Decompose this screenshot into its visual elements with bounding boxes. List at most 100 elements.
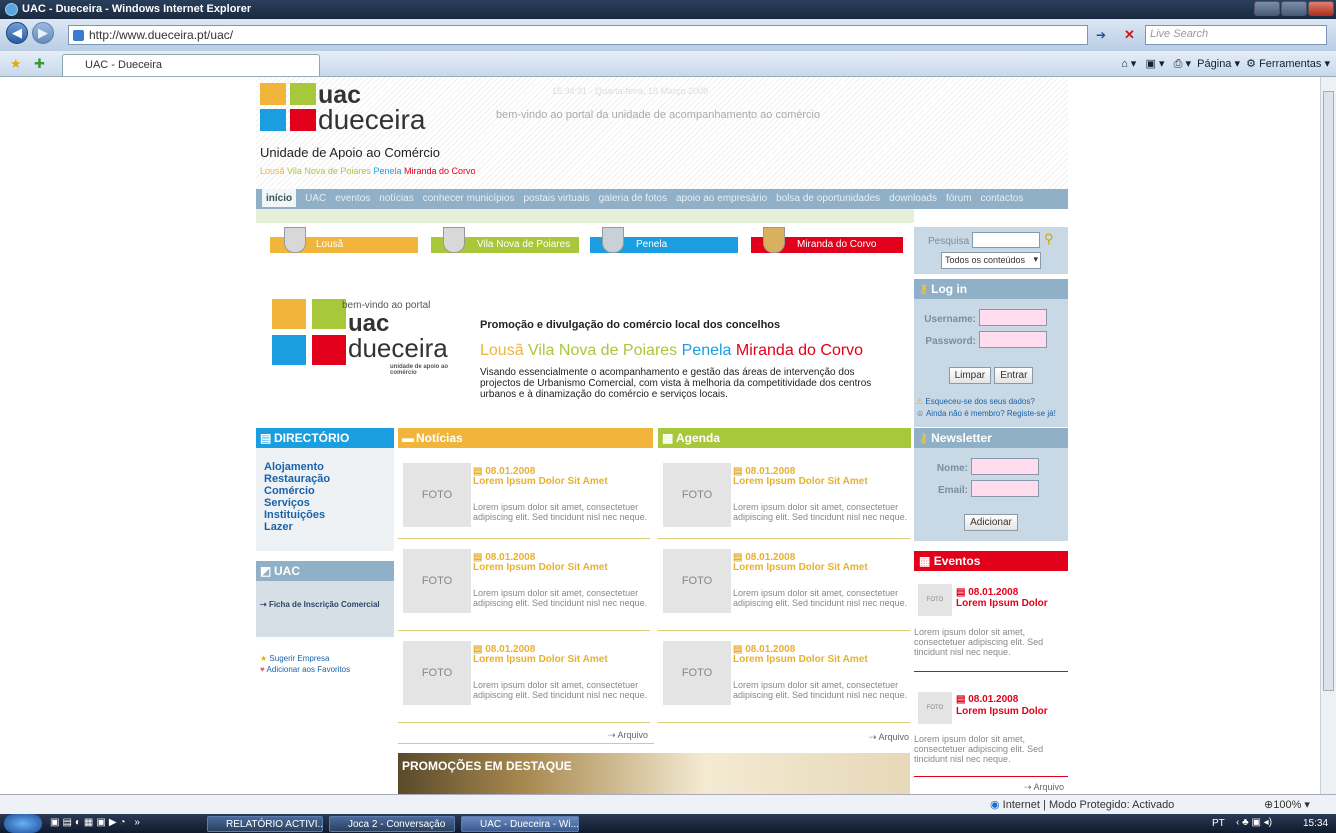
register-link[interactable]: ☺ Ainda não é membro? Registe-se já! [916, 408, 1068, 420]
site-search-input[interactable] [972, 232, 1040, 248]
taskbar-item-joca[interactable]: Joca 2 - Conversação [329, 816, 455, 832]
agenda-text: Lorem ipsum dolor sit amet, consectetuer… [733, 680, 908, 700]
agenda-item[interactable]: FOTO ▤ 08.01.2008 Lorem Ipsum Dolor Sit Am… [658, 539, 910, 631]
noticia-item[interactable]: FOTO ▤ 08.01.2008 Lorem Ipsum Dolor Sit Am… [398, 453, 650, 539]
search-input[interactable]: Live Search [1145, 25, 1327, 45]
username-input[interactable] [979, 309, 1048, 326]
page-menu[interactable]: Página ▾ [1197, 58, 1240, 70]
nav-postais-virtuais[interactable]: postais virtuais [523, 189, 589, 204]
password-input[interactable] [979, 331, 1048, 348]
directorio-title: DIRECTÓRIO [274, 431, 350, 445]
scrollbar-thumb[interactable] [1323, 91, 1334, 691]
password-label: Password: [925, 336, 976, 347]
agenda-archive-link[interactable]: ⇢ Arquivo [869, 732, 909, 743]
quicklaunch-icons[interactable]: ▣▤◐▦▣▶◔ » [50, 817, 143, 828]
nav-uac[interactable]: UAC [305, 189, 326, 204]
search-icon[interactable]: ⚲ [1044, 231, 1054, 247]
uac-ficha-link[interactable]: ⇢ Ficha de Inscrição Comercial [260, 600, 380, 609]
taskbar-item-uac-label: UAC - Dueceira - Wi... [480, 819, 579, 830]
zone-status[interactable]: ◉ Internet | Modo Protegido: Activado [990, 798, 1174, 811]
directorio-header: ▤ DIRECTÓRIO [256, 428, 394, 448]
nav-bolsa-oportunidades[interactable]: bolsa de oportunidades [776, 189, 880, 204]
home-icon[interactable]: ⌂ ▾ [1121, 58, 1136, 70]
nav-contactos[interactable]: contactos [981, 189, 1024, 204]
clear-button[interactable]: Limpar [948, 367, 992, 384]
select-chevron-icon: ▾ [1033, 254, 1038, 264]
clock[interactable]: 15:34 [1303, 818, 1328, 829]
agenda-item[interactable]: FOTO ▤ 08.01.2008 Lorem Ipsum Dolor Sit Am… [658, 453, 910, 539]
tab-uac-dueceira[interactable]: UAC - Dueceira [62, 54, 320, 76]
directorio-instituicoes[interactable]: Instituições [264, 509, 394, 521]
zoom-level[interactable]: ⊕100% ▾ [1264, 798, 1310, 811]
directorio-comercio[interactable]: Comércio [264, 485, 394, 497]
register-text: Ainda não é membro? Registe-se já! [925, 409, 1056, 418]
close-button[interactable] [1308, 1, 1334, 16]
nav-noticias[interactable]: notícias [379, 189, 413, 204]
evento-title[interactable]: Lorem Ipsum Dolor [956, 706, 1048, 717]
print-icon[interactable]: ⎙ ▾ [1174, 58, 1191, 70]
forgot-text: Esqueceu-se dos seus dados? [925, 397, 1035, 406]
directorio-alojamento[interactable]: Alojamento [264, 461, 394, 473]
nav-inicio[interactable]: início [262, 189, 297, 207]
nav-conhecer-municipios[interactable]: conhecer municípios [423, 189, 515, 204]
agenda-photo: FOTO [663, 549, 731, 613]
taskbar-item-uac[interactable]: UAC - Dueceira - Wi... [461, 816, 579, 832]
globe-icon: ◉ [990, 799, 1000, 811]
favorites-star-icon[interactable]: ★ [10, 56, 22, 72]
noticias-header: ▬ Notícias [398, 428, 653, 448]
url-field[interactable]: http://www.dueceira.pt/uac/ [68, 25, 1088, 45]
language-indicator[interactable]: PT [1212, 818, 1225, 829]
promo-banner[interactable]: PROMOÇÕES EM DESTAQUE [398, 753, 910, 794]
nav-eventos[interactable]: eventos [335, 189, 370, 204]
nav-galeria-fotos[interactable]: galeria de fotos [599, 189, 667, 204]
tray-icons[interactable]: ‹ ♣ ▣ ◂) [1236, 817, 1272, 828]
directorio-servicos[interactable]: Serviços [264, 497, 394, 509]
agenda-photo: FOTO [663, 463, 731, 527]
tools-menu-label: Ferramentas [1259, 58, 1322, 70]
stop-icon[interactable]: ✕ [1124, 27, 1135, 43]
site-subtitle: Unidade de Apoio ao Comércio [260, 145, 440, 160]
taskbar-item-relatorio[interactable]: RELATÓRIO ACTIVI... [207, 816, 323, 832]
evento-date-text: 08.01.2008 [968, 694, 1019, 705]
nav-downloads[interactable]: downloads [889, 189, 937, 204]
directorio-restauracao[interactable]: Restauração [264, 473, 394, 485]
miranda-crest-icon [763, 227, 785, 253]
address-bar: ◀ ▶ http://www.dueceira.pt/uac/ ➔ ✕ Live… [0, 19, 1336, 51]
content-select[interactable]: Todos os conteúdos ▾ [941, 252, 1041, 269]
noticia-item[interactable]: FOTO ▤ 08.01.2008 Lorem Ipsum Dolor Sit Am… [398, 539, 650, 631]
nav-apoio-empresario[interactable]: apoio ao empresário [676, 189, 767, 204]
login-button[interactable]: Entrar [994, 367, 1034, 384]
forgot-link[interactable]: ⚠ Esqueceu-se dos seus dados? [916, 396, 1068, 408]
noticia-item[interactable]: FOTO ▤ 08.01.2008 Lorem Ipsum Dolor Sit Am… [398, 631, 650, 723]
search-label: Pesquisa [928, 236, 970, 247]
penela-crest-icon [602, 227, 624, 253]
users-icon: ☺ [916, 409, 925, 418]
evento-title[interactable]: Lorem Ipsum Dolor [956, 598, 1048, 609]
nav-forum[interactable]: fórum [946, 189, 972, 204]
suggest-link[interactable]: ★ Sugerir Empresa [260, 653, 350, 664]
eventos-archive-link[interactable]: ⇢ Arquivo [1024, 782, 1064, 793]
directorio-lazer[interactable]: Lazer [264, 521, 394, 533]
evento-divider [914, 776, 1068, 777]
agenda-item[interactable]: FOTO ▤ 08.01.2008 Lorem Ipsum Dolor Sit Am… [658, 631, 910, 723]
start-button[interactable] [4, 814, 42, 833]
back-button[interactable]: ◀ [6, 22, 28, 44]
uac-box-title: UAC [274, 564, 300, 578]
vertical-scrollbar[interactable] [1320, 77, 1336, 794]
go-icon[interactable]: ➔ [1096, 28, 1106, 42]
newsletter-name-input[interactable] [971, 458, 1040, 475]
maximize-button[interactable] [1281, 1, 1307, 16]
newsletter-add-button[interactable]: Adicionar [964, 514, 1018, 531]
newsletter-box: ⚷ Newsletter Nome: Email: Adicionar [914, 428, 1068, 541]
noticias-archive-link[interactable]: ⇢ Arquivo [608, 730, 648, 741]
newsletter-email-input[interactable] [971, 480, 1040, 497]
favorites-link[interactable]: ♥ Adicionar aos Favoritos [260, 664, 350, 675]
minimize-button[interactable] [1254, 1, 1280, 16]
feeds-icon[interactable]: ▣ ▾ [1146, 58, 1165, 70]
agenda-title-text: Lorem Ipsum Dolor Sit Amet [733, 654, 868, 665]
tools-menu[interactable]: ⚙ Ferramentas ▾ [1246, 58, 1330, 70]
forward-button[interactable]: ▶ [32, 22, 54, 44]
add-favorites-icon[interactable]: ✚ [34, 56, 45, 72]
agenda-text: Lorem ipsum dolor sit amet, consectetuer… [733, 502, 908, 522]
banner-square-green [312, 299, 346, 329]
